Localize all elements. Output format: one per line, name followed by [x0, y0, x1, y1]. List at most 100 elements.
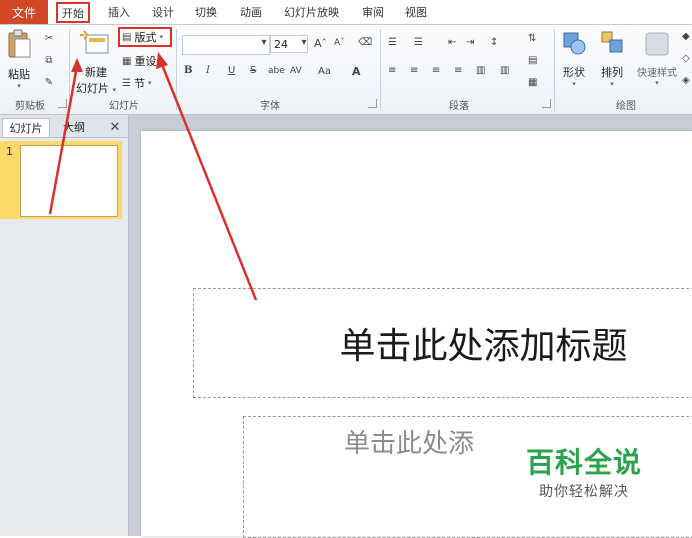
clipboard-launcher-icon[interactable] — [58, 99, 67, 108]
shrink-font-icon[interactable]: Aˇ — [334, 38, 345, 48]
smartart-icon[interactable]: ▦ — [528, 77, 537, 88]
align-right-icon[interactable]: ≡ — [432, 65, 440, 76]
subtitle-placeholder-text: 单击此处添 — [344, 429, 475, 459]
increase-indent-icon[interactable]: ⇥ — [466, 37, 474, 48]
font-color-button[interactable]: A — [352, 65, 361, 78]
new-slide-label-2: 幻灯片 ▾ — [75, 82, 116, 95]
align-left-icon[interactable]: ≡ — [388, 65, 396, 76]
arrange-button[interactable]: 排列 ▾ — [598, 29, 626, 95]
font-launcher-icon[interactable] — [368, 99, 377, 108]
section-button[interactable]: ☰ 节 ▾ — [122, 74, 151, 92]
slide-thumbnail[interactable] — [20, 145, 118, 217]
layout-label: 版式 — [134, 31, 157, 44]
chevron-down-icon: ▾ — [159, 33, 163, 41]
tab-slideshow[interactable]: 幻灯片放映 — [284, 3, 339, 21]
quick-styles-icon — [645, 32, 669, 56]
paste-dropdown-icon: ▾ — [17, 82, 21, 90]
font-name-field[interactable] — [182, 35, 270, 55]
chevron-down-icon: ▾ — [655, 79, 659, 87]
file-tab[interactable]: 文件 — [0, 0, 48, 24]
shape-outline-icon[interactable]: ◇ — [682, 53, 690, 64]
title-placeholder[interactable]: 单击此处添加标题 — [193, 288, 692, 398]
paragraph-group-label: 段落 — [449, 101, 469, 112]
arrange-icon — [601, 31, 623, 53]
clear-format-icon[interactable]: ⌫ — [358, 37, 372, 48]
new-slide-label: 新建 — [85, 66, 107, 79]
distribute-icon[interactable]: ▥ — [476, 65, 485, 76]
chevron-down-icon: ▾ — [572, 80, 576, 88]
tab-animations[interactable]: 动画 — [240, 3, 262, 21]
group-divider — [380, 29, 381, 111]
chevron-down-icon[interactable]: ▾ — [260, 37, 268, 48]
panel-tabs: 幻灯片 大纲 ✕ — [0, 115, 128, 138]
columns-icon[interactable]: ▥ — [500, 65, 509, 76]
format-painter-icon[interactable]: ✎ — [42, 75, 56, 89]
tab-review[interactable]: 审阅 — [362, 3, 384, 21]
paste-label: 粘贴 — [8, 68, 30, 81]
underline-button[interactable]: U — [228, 65, 235, 76]
change-case-button[interactable]: Aa — [318, 66, 331, 77]
copy-icon[interactable]: ⧉ — [42, 53, 56, 67]
tab-design[interactable]: 设计 — [152, 3, 174, 21]
tab-outline[interactable]: 大纲 — [54, 118, 94, 136]
tab-insert[interactable]: 插入 — [108, 3, 130, 21]
chevron-down-icon: ▾ — [610, 80, 614, 88]
section-label: 节 — [133, 77, 145, 90]
shapes-button[interactable]: 形状 ▾ — [560, 29, 588, 95]
text-shadow-button[interactable]: abe — [268, 66, 285, 76]
new-slide-button[interactable]: 新建 幻灯片 ▾ — [74, 29, 118, 95]
watermark: 百科全说 助你轻松解决 — [496, 437, 672, 507]
paragraph-launcher-icon[interactable] — [542, 99, 551, 108]
shapes-icon — [563, 32, 586, 55]
char-spacing-button[interactable]: AV — [290, 66, 302, 76]
paste-button[interactable]: 粘贴 ▾ — [4, 29, 34, 93]
group-divider — [176, 29, 177, 111]
title-placeholder-text: 单击此处添加标题 — [339, 326, 628, 367]
close-icon[interactable]: ✕ — [106, 118, 124, 136]
drawing-group-label: 绘图 — [616, 101, 636, 112]
tab-slides[interactable]: 幻灯片 — [2, 118, 50, 137]
arrange-label: 排列 — [601, 66, 623, 79]
italic-button[interactable]: I — [206, 65, 210, 76]
group-divider — [69, 29, 70, 111]
layout-icon: ▤ — [122, 31, 132, 43]
tab-home[interactable]: 开始 — [56, 2, 90, 23]
slide-number: 1 — [6, 145, 13, 158]
cut-icon[interactable]: ✂ — [42, 31, 56, 45]
align-text-icon[interactable]: ▤ — [528, 55, 537, 66]
watermark-subtitle: 助你轻松解决 — [539, 484, 629, 500]
bold-button[interactable]: B — [184, 65, 192, 76]
line-spacing-icon[interactable]: ↕ — [490, 37, 498, 48]
group-divider — [554, 29, 555, 111]
tab-transitions[interactable]: 切换 — [195, 3, 217, 21]
ribbon-tab-bar: 文件 开始 插入 设计 切换 动画 幻灯片放映 审阅 视图 — [0, 0, 692, 25]
shape-fill-icon[interactable]: ◆ — [682, 31, 690, 42]
watermark-title: 百科全说 — [525, 446, 642, 479]
shape-effects-icon[interactable]: ◈ — [682, 75, 690, 86]
align-center-icon[interactable]: ≡ — [410, 65, 418, 76]
clipboard-group-label: 剪贴板 — [15, 101, 45, 112]
decrease-indent-icon[interactable]: ⇤ — [448, 37, 456, 48]
grow-font-icon[interactable]: Aˆ — [314, 37, 327, 50]
reset-icon: ▦ — [122, 55, 132, 67]
reset-button[interactable]: ▦ 重设 — [122, 52, 156, 70]
font-group-label: 字体 — [260, 101, 280, 112]
quick-styles-button[interactable]: 快速样式 ▾ — [632, 29, 682, 95]
text-direction-icon[interactable]: ⇅ — [528, 33, 536, 44]
quick-styles-label: 快速样式 — [637, 68, 677, 79]
new-slide-icon — [80, 30, 109, 54]
strikethrough-button[interactable]: S — [250, 65, 256, 76]
justify-icon[interactable]: ≡ — [454, 65, 462, 76]
reset-label: 重设 — [134, 55, 157, 68]
section-icon: ☰ — [122, 77, 131, 89]
slides-panel: 幻灯片 大纲 ✕ 1 — [0, 115, 129, 536]
chevron-down-icon[interactable]: ▾ — [300, 37, 308, 48]
bullets-icon[interactable]: ☰ — [388, 37, 397, 48]
shapes-label: 形状 — [563, 66, 585, 79]
chevron-down-icon: ▾ — [147, 79, 152, 87]
layout-button[interactable]: ▤ 版式 ▾ — [118, 27, 172, 47]
numbering-icon[interactable]: ☰ — [414, 37, 423, 48]
tab-view[interactable]: 视图 — [405, 3, 427, 21]
slides-group-label: 幻灯片 — [109, 101, 139, 112]
ribbon: 粘贴 ▾ ✂ ⧉ ✎ 剪贴板 新建 幻灯片 ▾ ▤ 版式 ▾ ▦ 重设 ☰ 节 … — [0, 25, 692, 115]
